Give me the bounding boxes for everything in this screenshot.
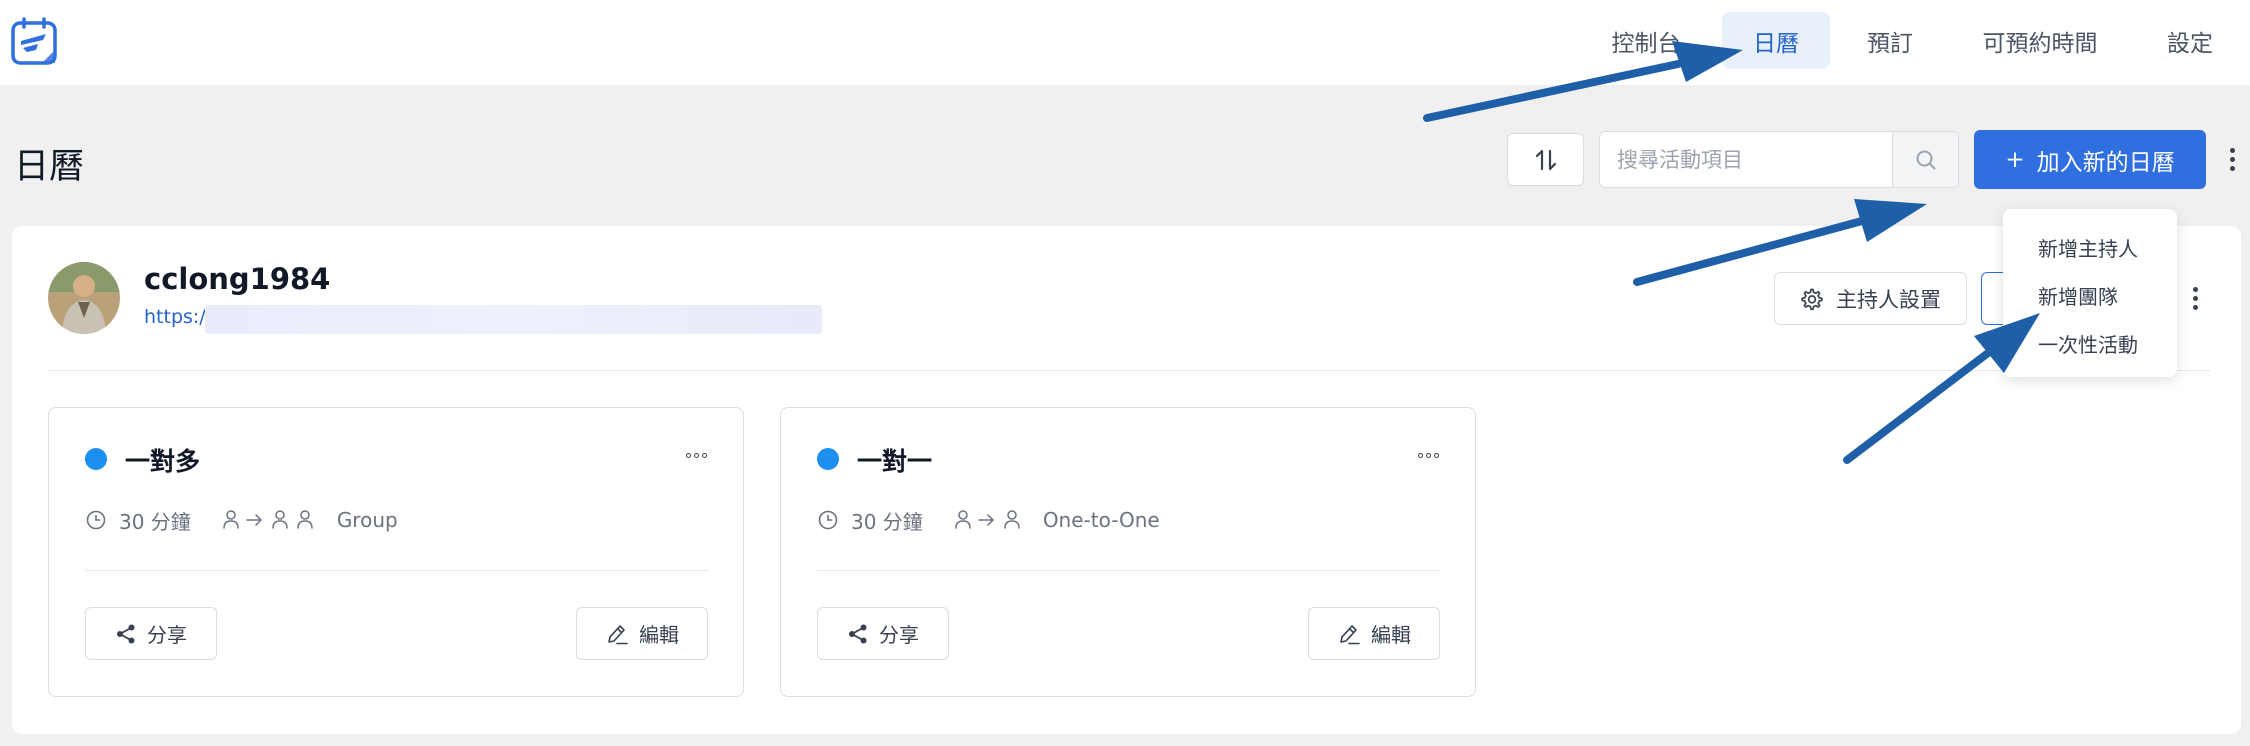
top-navigation-bar: 控制台 日曆 預訂 可預約時間 設定 [0, 0, 2250, 85]
share-label: 分享 [879, 623, 919, 647]
event-type: One-to-One [1042, 508, 1160, 532]
edit-button[interactable]: 編輯 [1308, 607, 1440, 660]
search-box [1599, 131, 1959, 188]
page-more-menu-icon[interactable] [2224, 148, 2240, 171]
redacted-link-blur [205, 305, 822, 334]
search-icon [1916, 150, 1935, 169]
share-icon [117, 624, 135, 643]
event-more-options-icon[interactable] [1418, 453, 1439, 458]
event-meta: 30 分鐘 One-to-One [817, 506, 1160, 534]
event-color-dot [817, 448, 839, 470]
gear-icon [1801, 288, 1823, 310]
avatar [48, 262, 120, 334]
share-button[interactable]: 分享 [85, 607, 217, 660]
share-label: 分享 [147, 623, 187, 647]
nav-calendar[interactable]: 日曆 [1722, 12, 1830, 69]
user-more-menu-icon[interactable] [2187, 287, 2203, 310]
event-type: Group [336, 508, 398, 532]
event-color-dot [85, 448, 107, 470]
pencil-icon [1340, 624, 1360, 644]
username: cclong1984 [144, 262, 331, 296]
event-title: 一對一 [857, 447, 933, 476]
edit-button[interactable]: 編輯 [576, 607, 708, 660]
edit-label: 編輯 [1371, 623, 1411, 647]
search-button[interactable] [1892, 132, 1958, 187]
clock-icon [86, 510, 106, 530]
event-title: 一對多 [125, 447, 201, 476]
menu-item-add-host[interactable]: 新增主持人 [2038, 233, 2138, 262]
edit-label: 編輯 [639, 623, 679, 647]
event-duration: 30 分鐘 [119, 509, 191, 534]
add-menu-dropdown: 新增主持人 新增團隊 一次性活動 [2003, 209, 2177, 377]
event-duration: 30 分鐘 [851, 509, 923, 534]
user-booking-link[interactable]: https:/ [144, 306, 206, 328]
share-button[interactable]: 分享 [817, 607, 949, 660]
nav-dashboard[interactable]: 控制台 [1598, 12, 1694, 69]
event-card[interactable]: 一對一 30 分鐘 One-to-One 分享 編輯 [780, 407, 1476, 697]
plus-icon: + [2005, 146, 2025, 173]
menu-item-one-off-event[interactable]: 一次性活動 [2038, 329, 2138, 358]
sort-icon [1535, 149, 1556, 170]
section-divider [48, 370, 2210, 371]
nav-availability[interactable]: 可預約時間 [1966, 12, 2114, 69]
event-more-options-icon[interactable] [686, 453, 707, 458]
event-meta: 30 分鐘 Group [85, 506, 398, 534]
pencil-icon [608, 624, 628, 644]
page-title: 日曆 [14, 147, 85, 187]
add-new-calendar-label: 加入新的日曆 [2036, 149, 2175, 176]
event-divider [85, 570, 708, 571]
event-divider [817, 570, 1440, 571]
clock-icon [818, 510, 838, 530]
menu-item-add-team[interactable]: 新增團隊 [2038, 281, 2118, 310]
share-icon [849, 624, 867, 643]
nav-bookings[interactable]: 預訂 [1850, 12, 1930, 69]
host-settings-label: 主持人設置 [1836, 287, 1941, 312]
host-settings-button[interactable]: 主持人設置 [1774, 272, 1967, 325]
one-to-many-icon [223, 510, 313, 529]
search-input[interactable] [1600, 132, 1894, 187]
one-to-one-icon [955, 510, 1020, 529]
add-new-calendar-button[interactable]: + 加入新的日曆 [1974, 130, 2206, 189]
event-card[interactable]: 一對多 30 分鐘 Group 分享 編輯 [48, 407, 744, 697]
nav-settings[interactable]: 設定 [2150, 12, 2230, 69]
app-logo-icon[interactable] [10, 17, 60, 67]
sort-button[interactable] [1507, 133, 1584, 186]
